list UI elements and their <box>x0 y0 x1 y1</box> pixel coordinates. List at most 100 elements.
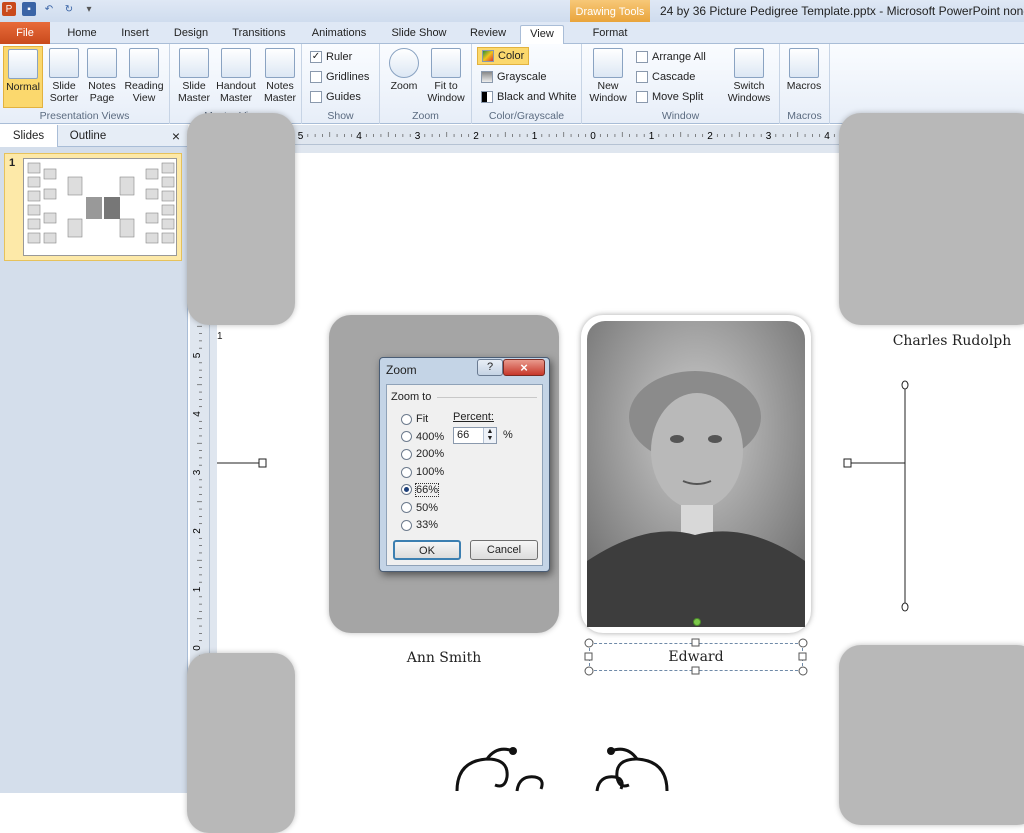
ruler-tick-label: 5 <box>192 352 203 358</box>
color-button[interactable]: Color <box>477 47 530 65</box>
percent-value[interactable]: 66 <box>457 429 469 441</box>
tab-file[interactable]: File <box>0 22 50 44</box>
title-bar: P ▪ ↶ ↻ ▾ Drawing Tools 24 by 36 Picture… <box>0 0 1024 22</box>
reading-view-button[interactable]: Reading View <box>122 48 166 104</box>
slides-pane: Slides Outline × 1 <box>0 125 188 793</box>
macros-button[interactable]: Macros <box>784 48 824 92</box>
zoom-option-radio[interactable]: 100% <box>401 466 444 478</box>
separator <box>437 397 537 398</box>
zoom-option-radio[interactable]: 200% <box>401 448 444 460</box>
zoom-option-radio[interactable]: 50% <box>401 502 438 514</box>
tab-slides[interactable]: Slides <box>0 125 58 147</box>
tab-review[interactable]: Review <box>464 25 512 44</box>
zoom-button[interactable]: Zoom <box>384 48 424 92</box>
ruler-tick-label: 2 <box>192 528 203 534</box>
quick-access-toolbar: P ▪ ↶ ↻ ▾ <box>2 2 96 16</box>
close-dialog-button[interactable]: × <box>503 359 545 376</box>
grayscale-icon <box>481 71 493 83</box>
ruler-tick-label: 2 <box>707 131 713 142</box>
photo-frame[interactable] <box>839 645 1024 825</box>
fit-to-window-icon <box>431 48 461 78</box>
name-label-charles[interactable]: Charles Rudolph <box>877 333 1024 349</box>
photo-frame-edward[interactable] <box>581 315 811 633</box>
black-and-white-button[interactable]: Black and White <box>481 88 576 106</box>
cascade-button[interactable]: Cascade <box>636 68 695 86</box>
powerpoint-logo-icon: P <box>2 2 16 16</box>
help-button[interactable]: ? <box>477 359 503 376</box>
tab-home[interactable]: Home <box>62 25 102 44</box>
normal-view-button[interactable]: Normal <box>3 46 43 108</box>
zoom-option-radio[interactable]: 33% <box>401 519 438 531</box>
ribbon-tabs: Home Insert Design Transitions Animation… <box>0 22 1024 44</box>
tab-design[interactable]: Design <box>168 25 214 44</box>
radio-button-icon[interactable] <box>401 466 412 478</box>
connector-right[interactable] <box>837 377 917 617</box>
percent-spinner[interactable]: 66 ▲ ▼ <box>453 427 497 444</box>
ruler-tick-label: 1 <box>192 586 203 592</box>
switch-windows-button[interactable]: Switch Windows <box>724 48 774 104</box>
undo-icon[interactable]: ↶ <box>42 2 56 16</box>
notes-master-button[interactable]: Notes Master <box>260 48 300 104</box>
gridlines-checkbox[interactable]: Gridlines <box>310 68 369 86</box>
percent-unit: % <box>503 429 513 441</box>
arrange-all-button[interactable]: Arrange All <box>636 48 706 66</box>
new-window-button[interactable]: New Window <box>588 48 628 104</box>
group-label: Show <box>327 110 354 122</box>
cancel-button[interactable]: Cancel <box>470 540 538 560</box>
connector-line-left[interactable] <box>217 373 277 393</box>
notes-page-button[interactable]: Notes Page <box>82 48 122 104</box>
photo-frame[interactable] <box>187 653 295 833</box>
tab-transitions[interactable]: Transitions <box>226 25 292 44</box>
zoom-option-radio[interactable]: Fit <box>401 413 428 425</box>
customize-qat-icon[interactable]: ▾ <box>82 2 96 16</box>
tab-slide-show[interactable]: Slide Show <box>386 25 452 44</box>
connector-left[interactable] <box>217 453 277 473</box>
move-split-button[interactable]: Move Split <box>636 88 703 106</box>
photo-frame[interactable] <box>187 113 295 325</box>
name-label-ann[interactable]: Ann Smith <box>329 650 559 666</box>
radio-button-icon[interactable] <box>401 519 412 531</box>
radio-button-icon[interactable] <box>401 413 412 425</box>
color-swatch-icon <box>482 50 494 62</box>
zoom-option-label: 33% <box>416 519 439 532</box>
zoom-option-label: 66% <box>414 482 440 497</box>
redo-icon[interactable]: ↻ <box>62 2 76 16</box>
slide-master-button[interactable]: Slide Master <box>174 48 214 104</box>
radio-button-icon[interactable] <box>401 448 412 460</box>
zoom-option-label: 50% <box>416 501 439 514</box>
zoom-option-radio[interactable]: 66% <box>401 482 440 497</box>
zoom-option-label: 200% <box>416 448 445 461</box>
selection-handles[interactable] <box>581 635 811 679</box>
ruler-tick-label: 4 <box>192 411 203 417</box>
radio-button-icon[interactable] <box>401 502 412 513</box>
radio-button-icon[interactable] <box>401 484 412 496</box>
slide-sorter-icon <box>49 48 79 78</box>
tab-outline[interactable]: Outline <box>58 125 118 147</box>
group-label: Macros <box>787 110 822 122</box>
spinner-arrows-icon[interactable]: ▲ ▼ <box>483 428 496 443</box>
group-show: ✓ Ruler Gridlines Guides Show <box>302 44 380 124</box>
checkbox-icon <box>310 71 322 83</box>
slide-sorter-button[interactable]: Slide Sorter <box>44 48 84 104</box>
zoom-option-radio[interactable]: 400% <box>401 431 444 443</box>
tab-view[interactable]: View <box>520 25 564 44</box>
flourish-ornament <box>455 747 669 792</box>
zoom-option-label: Fit <box>416 413 429 425</box>
handout-master-button[interactable]: Handout Master <box>214 48 258 104</box>
fit-to-window-button[interactable]: Fit to Window <box>424 48 468 104</box>
tab-insert[interactable]: Insert <box>112 25 158 44</box>
rotation-handle[interactable] <box>693 618 701 626</box>
photo-frame[interactable] <box>839 113 1024 325</box>
dialog-body: Zoom to Percent: 66 ▲ ▼ % Fit 400% 200% 100%… <box>386 384 543 566</box>
save-icon[interactable]: ▪ <box>22 2 36 16</box>
ruler-checkbox[interactable]: ✓ Ruler <box>310 48 352 66</box>
slide-thumbnail-selected[interactable]: 1 <box>4 153 182 261</box>
close-pane-icon[interactable]: × <box>166 125 186 147</box>
arrange-all-icon <box>636 51 648 63</box>
tab-format[interactable]: Format <box>584 25 636 44</box>
ok-button[interactable]: OK <box>393 540 461 560</box>
guides-checkbox[interactable]: Guides <box>310 88 361 106</box>
tab-animations[interactable]: Animations <box>304 25 374 44</box>
grayscale-button[interactable]: Grayscale <box>481 68 547 86</box>
radio-button-icon[interactable] <box>401 431 412 443</box>
